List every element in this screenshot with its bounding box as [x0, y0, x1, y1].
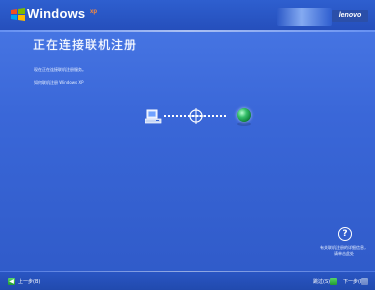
header-divider: [0, 30, 375, 32]
connection-illustration: [145, 104, 257, 130]
back-button[interactable]: ◀ 上一步(B): [8, 278, 40, 285]
info-line-2: 如何联机注册 Windows XP: [34, 80, 84, 85]
footer-divider: [0, 271, 375, 272]
back-button-label: 上一步(B): [18, 279, 41, 285]
header-decoration: [277, 8, 332, 26]
skip-button[interactable]: 跳过(S): [313, 278, 330, 285]
lenovo-logo: lenovo: [332, 10, 368, 22]
skip-arrow-icon[interactable]: [330, 278, 337, 285]
globe-icon: [237, 108, 251, 122]
info-line-1: 现在正在连接联机注册服务。: [34, 67, 86, 72]
next-arrow-icon[interactable]: [361, 278, 368, 285]
page-title: 正在连接联机注册: [33, 38, 138, 52]
computer-icon: [145, 109, 162, 124]
windows-logo-text: Windows: [27, 6, 86, 21]
help-text[interactable]: 有关联机注册的详细信息，请单击此处: [320, 245, 368, 257]
globe-shadow: [237, 122, 251, 126]
windows-flag-icon: [11, 8, 25, 21]
back-arrow-icon: ◀: [8, 278, 15, 285]
windows-xp-text: xp: [90, 9, 98, 15]
target-icon: [188, 108, 204, 124]
help-icon[interactable]: ?: [338, 227, 352, 241]
